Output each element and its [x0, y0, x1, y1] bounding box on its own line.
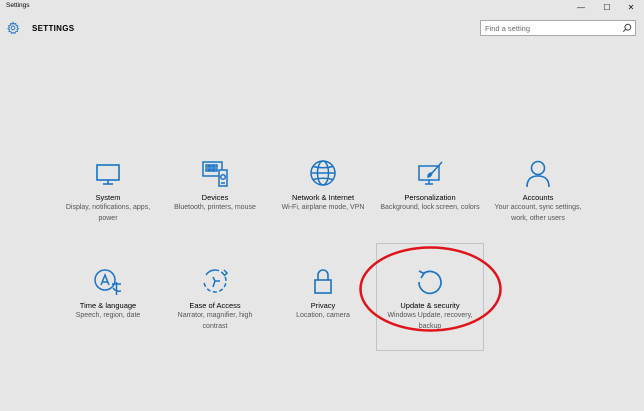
search-input[interactable] — [485, 21, 615, 35]
tile-label: Update & security — [400, 301, 460, 310]
search-icon[interactable] — [622, 23, 632, 33]
tile-label: Privacy — [310, 301, 336, 310]
tile-accounts[interactable]: Accounts Your account, sync settings, wo… — [484, 158, 592, 266]
title-bar: Settings — ☐ ✕ — [0, 0, 644, 14]
tile-description: Windows Update, recovery, backup — [387, 312, 473, 330]
tile-time-language[interactable]: Time & language Speech, region, date — [54, 266, 162, 374]
tile-label: System — [95, 193, 121, 202]
tile-update-security[interactable]: Update & security Windows Update, recove… — [376, 266, 484, 374]
page-title: SETTINGS — [32, 24, 75, 33]
settings-header: SETTINGS — [0, 14, 644, 44]
tile-label: Network & Internet — [291, 193, 355, 202]
language-icon — [94, 269, 122, 295]
devices-icon — [202, 161, 228, 187]
tile-description: Wi-Fi, airplane mode, VPN — [281, 204, 365, 211]
tile-description: Bluetooth, printers, mouse — [174, 204, 256, 211]
refresh-icon — [418, 270, 442, 295]
minimize-button[interactable]: — — [568, 0, 594, 14]
tile-ease-of-access[interactable]: Ease of Access Narrator, magnifier, high… — [161, 266, 269, 374]
minimize-icon: — — [577, 2, 585, 12]
globe-icon — [310, 160, 336, 186]
maximize-button[interactable]: ☐ — [594, 0, 620, 14]
close-icon: ✕ — [627, 2, 635, 12]
tile-description: Display, notifications, apps, power — [65, 204, 151, 222]
tile-network-internet[interactable]: Network & Internet Wi-Fi, airplane mode,… — [269, 158, 377, 266]
tile-label: Personalization — [404, 193, 456, 202]
tile-label: Time & language — [79, 301, 137, 310]
tile-system[interactable]: System Display, notifications, apps, pow… — [54, 158, 162, 266]
person-icon — [526, 160, 550, 188]
maximize-icon: ☐ — [603, 2, 611, 12]
tile-description: Your account, sync settings, work, other… — [494, 204, 582, 222]
monitor-icon — [96, 164, 120, 185]
close-button[interactable]: ✕ — [618, 0, 644, 14]
tile-description: Speech, region, date — [75, 312, 141, 319]
tile-personalization[interactable]: Personalization Background, lock screen,… — [376, 158, 484, 266]
gear-icon — [7, 21, 20, 35]
lock-icon — [314, 269, 332, 294]
tile-label: Ease of Access — [189, 301, 241, 310]
tile-label: Devices — [201, 193, 229, 202]
tile-description: Background, lock screen, colors — [380, 204, 480, 211]
tile-devices[interactable]: Devices Bluetooth, printers, mouse — [161, 158, 269, 266]
tile-label: Accounts — [522, 193, 554, 202]
tile-privacy[interactable]: Privacy Location, camera — [269, 266, 377, 374]
paint-icon — [418, 161, 443, 185]
ease-of-access-icon — [203, 269, 229, 293]
window-title: Settings — [6, 2, 30, 9]
tile-description: Location, camera — [296, 312, 350, 319]
tile-description: Narrator, magnifier, high contrast — [177, 312, 253, 330]
search-box[interactable] — [480, 20, 636, 36]
